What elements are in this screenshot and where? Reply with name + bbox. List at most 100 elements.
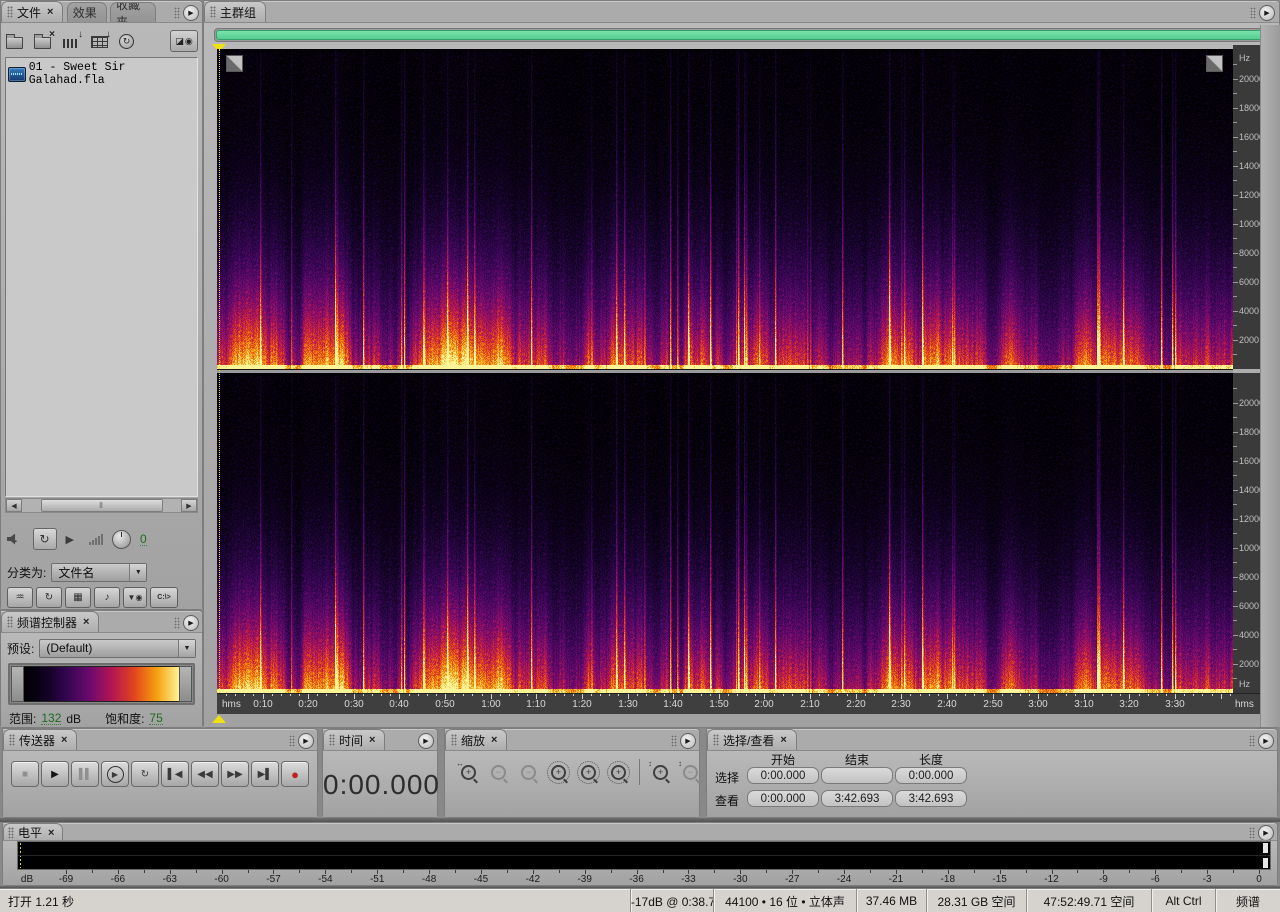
zoom-out-full-button[interactable]: − [517, 761, 540, 783]
close-file-icon[interactable]: × [33, 30, 55, 50]
import-file-icon[interactable]: ↓ [61, 30, 83, 50]
view-end-field[interactable]: 3:42.693 [821, 790, 893, 807]
collapse-corner-icon[interactable] [226, 55, 243, 72]
gradient-left-handle[interactable] [11, 666, 24, 702]
close-icon[interactable]: × [47, 6, 53, 18]
sort-select[interactable]: 文件名 ▼ [51, 562, 148, 582]
tab-selection-view[interactable]: 选择/查看 × [707, 729, 797, 750]
selection-start-field[interactable]: 0:00.000 [747, 767, 819, 784]
play-looped-button[interactable]: ↻ [131, 761, 159, 787]
view-length-field[interactable]: 3:42.693 [895, 790, 967, 807]
insert-into-multitrack-icon[interactable]: ↓ [89, 30, 111, 50]
timeline-ruler[interactable]: hms hms 0:10 0:20 0:30 0:40 0:50 1:00 1:10 1:20 1:… [217, 693, 1260, 714]
filter-eye-icon[interactable]: ▼◉ [123, 586, 147, 608]
scroll-thumb[interactable]: ⦀ [40, 499, 163, 512]
frequency-ruler-right[interactable]: Hz 20000 18000 16000 14000 12000 10000 8000 6000… [1233, 373, 1260, 693]
pause-button[interactable]: ▌▌ [71, 761, 99, 787]
tab-time[interactable]: 时间 × [323, 729, 386, 750]
spectrogram-left-channel[interactable] [217, 49, 1233, 369]
zoom-in-left-selection-button[interactable]: + [577, 760, 600, 784]
record-button[interactable]: ● [281, 761, 309, 787]
play-preview-icon[interactable]: ▶ [66, 533, 74, 546]
level-meter[interactable] [17, 841, 1271, 870]
vertical-scrollbar[interactable] [1260, 25, 1280, 727]
scroll-track[interactable] [164, 499, 182, 512]
navigation-range-bar[interactable] [216, 30, 1263, 40]
file-list-hscrollbar[interactable]: ◀ ⦀ ▶ [5, 498, 198, 513]
auto-play-icon[interactable]: ▸ [7, 533, 24, 545]
edit-original-icon[interactable]: ↻ [117, 32, 137, 50]
tab-files[interactable]: 文件 × [1, 1, 64, 22]
scroll-left-icon[interactable]: ◀ [6, 499, 22, 512]
go-to-end-button[interactable]: ▶▌ [251, 761, 279, 787]
spectral-gradient-bar[interactable] [24, 666, 179, 702]
play-from-cursor-button[interactable]: ▶ [101, 761, 129, 787]
open-file-icon[interactable] [5, 32, 25, 50]
zoom-in-right-selection-button[interactable]: + [607, 760, 630, 784]
close-icon[interactable]: × [61, 734, 67, 746]
panel-menu-button[interactable]: ▶ [174, 5, 199, 21]
grip-icon [1250, 7, 1256, 19]
rewind-button[interactable]: ◀◀ [191, 761, 219, 787]
panel-menu-button[interactable]: ▶ [1250, 5, 1275, 21]
play-button[interactable]: ▶ [41, 761, 69, 787]
show-video-files-icon[interactable]: ▦ [65, 586, 91, 608]
playhead-bottom-marker[interactable] [212, 715, 226, 723]
zoom-in-vertical-button[interactable]: ↕ + [648, 759, 672, 783]
panel-menu-button[interactable]: ▶ [289, 733, 314, 749]
tab-spectral-controller[interactable]: 频谱控制器 × [1, 611, 100, 632]
tab-transport[interactable]: 传送器 × [3, 729, 78, 750]
list-item[interactable]: 01 - Sweet Sir Galahad.fla [6, 58, 197, 90]
panel-menu-button[interactable]: ▶ [671, 733, 696, 749]
preset-select[interactable]: (Default) ▼ [39, 638, 196, 658]
fast-forward-button[interactable]: ▶▶ [221, 761, 249, 787]
stop-button[interactable]: ■ [11, 761, 39, 787]
go-to-beginning-button[interactable]: ▌◀ [161, 761, 189, 787]
gradient-right-handle[interactable] [179, 666, 192, 702]
tab-effects[interactable]: 效果 [66, 2, 107, 22]
tab-level[interactable]: 电平 × [3, 823, 64, 841]
scroll-track[interactable] [22, 499, 40, 512]
close-icon[interactable]: × [369, 734, 375, 746]
show-midi-files-icon[interactable]: ♪ [94, 586, 120, 608]
zoom-out-vertical-button[interactable]: ↕ − [678, 759, 702, 783]
range-value[interactable]: 132 [41, 712, 62, 725]
spectrogram-right-channel[interactable] [217, 373, 1233, 693]
show-full-path-icon[interactable]: C:\> [150, 586, 178, 608]
tab-favorites[interactable]: 收藏夹 [110, 2, 157, 22]
volume-bars-icon[interactable] [88, 533, 103, 545]
zoom-to-selection-button[interactable]: + [547, 760, 570, 784]
saturation-value[interactable]: 75 [149, 712, 163, 725]
tick [500, 694, 501, 696]
scroll-right-icon[interactable]: ▶ [181, 499, 197, 512]
frequency-ruler-left[interactable]: Hz 20000 18000 16000 14000 12000 10000 8000 6000… [1233, 49, 1260, 369]
manage-view-options-icon[interactable]: ◪ ◉ [170, 30, 198, 52]
zoom-in-horizontal-button[interactable]: ↔ + [456, 759, 480, 783]
collapse-corner-icon[interactable] [1206, 55, 1223, 72]
playhead-cursor[interactable] [219, 49, 220, 693]
zoom-out-horizontal-button[interactable]: − [487, 761, 510, 783]
close-icon[interactable]: × [48, 827, 54, 839]
preview-volume-knob[interactable] [111, 529, 131, 549]
preview-volume-value[interactable]: 0 [139, 533, 147, 546]
show-audio-files-icon[interactable]: ♒ [7, 586, 33, 608]
tab-main-group[interactable]: 主群组 [204, 1, 267, 22]
loop-preview-icon[interactable]: ↻ [32, 528, 57, 550]
view-start-field[interactable]: 0:00.000 [747, 790, 819, 807]
panel-menu-button[interactable]: ▶ [418, 733, 434, 749]
close-icon[interactable]: × [83, 616, 89, 628]
tick [454, 694, 455, 696]
navigation-track[interactable] [214, 28, 1265, 42]
selection-end-field[interactable] [821, 767, 893, 784]
panel-menu-button[interactable]: ▶ [174, 615, 199, 631]
panel-menu-button[interactable]: ▶ [1249, 733, 1274, 749]
show-loop-files-icon[interactable]: ↻ [36, 586, 62, 608]
grip-icon [8, 826, 14, 839]
spectral-gradient-editor[interactable] [8, 663, 195, 705]
close-icon[interactable]: × [780, 734, 786, 746]
file-list[interactable]: 01 - Sweet Sir Galahad.fla [5, 57, 198, 497]
selection-length-field[interactable]: 0:00.000 [895, 767, 967, 784]
close-icon[interactable]: × [491, 734, 497, 746]
tab-zoom[interactable]: 缩放 × [445, 729, 508, 750]
panel-menu-button[interactable]: ▶ [1249, 825, 1274, 841]
